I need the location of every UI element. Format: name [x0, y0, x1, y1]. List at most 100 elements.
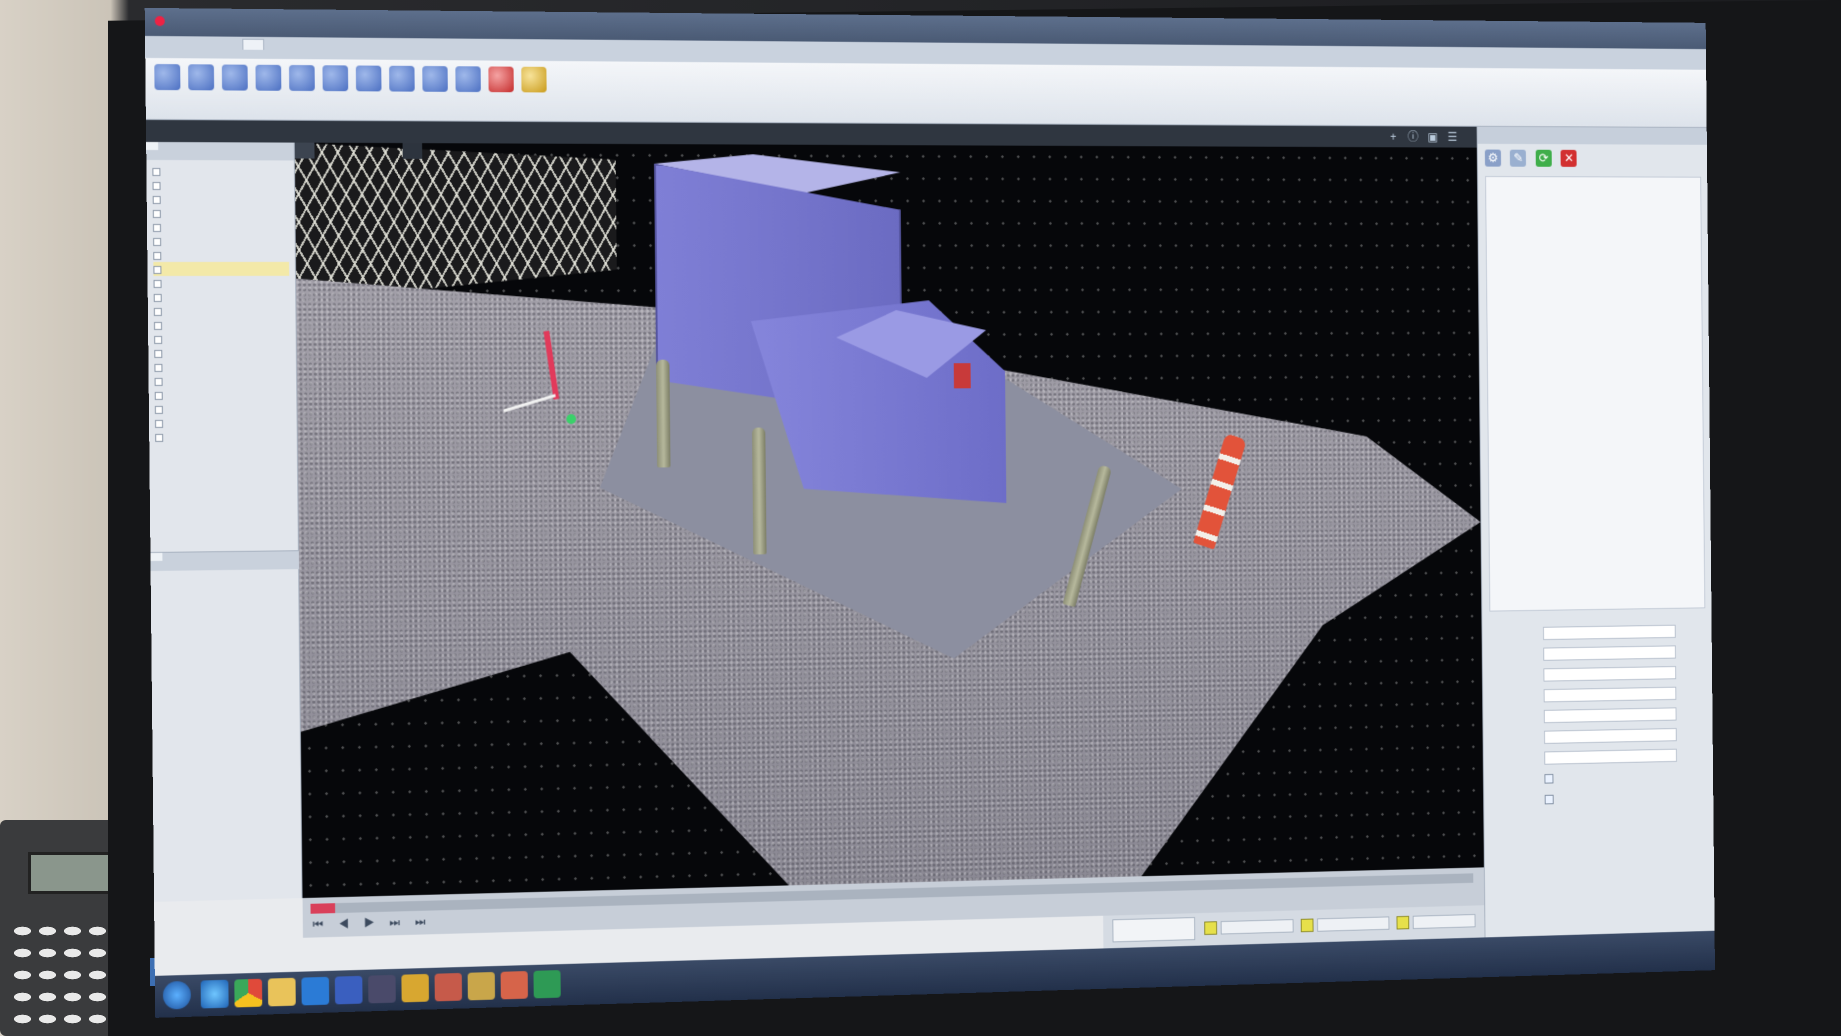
setting-value[interactable] [1544, 728, 1677, 744]
setting-value[interactable] [1543, 666, 1676, 682]
tree-item[interactable] [155, 415, 291, 430]
visibility-checkbox[interactable] [155, 378, 163, 386]
properties-tab[interactable] [179, 553, 191, 561]
tree-item[interactable] [154, 332, 290, 346]
tree-item[interactable] [153, 192, 289, 206]
visibility-checkbox[interactable] [154, 364, 162, 372]
dropdown[interactable] [1413, 914, 1476, 929]
app-icon[interactable] [401, 974, 429, 1003]
visibility-checkbox[interactable] [155, 406, 163, 414]
orbit-button[interactable] [219, 62, 251, 114]
visibility-checkbox[interactable] [155, 434, 163, 442]
visibility-checkbox[interactable] [153, 252, 161, 260]
tree-item[interactable] [155, 429, 291, 444]
start-button-icon[interactable] [163, 981, 191, 1010]
tree-item[interactable] [154, 318, 290, 332]
option-checkbox[interactable] [1545, 794, 1554, 804]
app-icon[interactable] [335, 976, 363, 1005]
tree-item[interactable] [154, 345, 290, 360]
dropdown[interactable] [1317, 916, 1389, 931]
visibility-checkbox[interactable] [154, 350, 162, 358]
visibility-checkbox[interactable] [154, 308, 162, 316]
folder-icon[interactable] [268, 978, 296, 1007]
visibility-checkbox[interactable] [153, 210, 161, 218]
left-tab[interactable] [161, 142, 173, 150]
ribbon-tab[interactable] [218, 40, 238, 50]
tree-item[interactable] [153, 206, 289, 220]
chrome-icon[interactable] [234, 979, 262, 1008]
right-panel-list[interactable] [1485, 176, 1705, 612]
left-tab[interactable] [175, 142, 187, 150]
next-frame-icon[interactable]: ⏭ [389, 915, 406, 929]
properties-tab[interactable] [165, 553, 177, 561]
dropdown[interactable] [1221, 919, 1294, 934]
add-icon[interactable]: + [1387, 130, 1400, 143]
color-swatch[interactable] [1396, 916, 1409, 930]
visibility-checkbox[interactable] [154, 322, 162, 330]
visibility-checkbox[interactable] [153, 224, 161, 232]
setting-value[interactable] [1544, 748, 1677, 764]
app-icon[interactable] [435, 973, 463, 1001]
layout-icon[interactable]: ☰ [1446, 130, 1459, 143]
play-icon[interactable]: ▶ [364, 916, 381, 930]
settings-icon[interactable]: ⚙ [1485, 150, 1501, 167]
zoom-out-button[interactable] [353, 63, 385, 115]
tree-item[interactable] [155, 373, 291, 388]
tree-item[interactable] [153, 234, 289, 248]
info-icon[interactable]: ⓘ [1407, 130, 1420, 143]
browser-icon[interactable] [201, 980, 229, 1009]
visibility-checkbox[interactable] [155, 392, 163, 400]
setting-value[interactable] [1543, 624, 1676, 639]
visibility-checkbox[interactable] [154, 336, 162, 344]
tree-item[interactable] [154, 276, 290, 290]
ribbon-tab[interactable] [268, 40, 288, 50]
setting-value[interactable] [1544, 686, 1677, 702]
tree-item[interactable] [153, 248, 289, 262]
zoom-in-button[interactable] [319, 63, 351, 115]
zoom-button[interactable] [286, 63, 318, 115]
app-icon[interactable] [468, 972, 495, 1000]
color-swatch[interactable] [1301, 919, 1314, 933]
visibility-checkbox[interactable] [153, 266, 161, 274]
ribbon-tab-active[interactable] [242, 39, 264, 50]
pan-button[interactable] [252, 63, 284, 115]
tree-item[interactable] [152, 164, 288, 178]
reset-button[interactable] [518, 65, 549, 116]
visibility-checkbox[interactable] [155, 420, 163, 428]
ribbon-tab[interactable] [169, 39, 189, 49]
viewport-tab-secondary[interactable] [403, 143, 423, 159]
delete-button[interactable] [485, 64, 517, 115]
ribbon-tab[interactable] [145, 39, 165, 49]
tree-item-selected[interactable] [153, 262, 289, 276]
visibility-checkbox[interactable] [153, 238, 161, 246]
tree-item[interactable] [154, 290, 290, 304]
visibility-checkbox[interactable] [153, 196, 161, 204]
explode-button[interactable] [452, 64, 484, 116]
visibility-checkbox[interactable] [153, 182, 161, 190]
option-checkbox[interactable] [1544, 774, 1553, 784]
rotate-button[interactable] [419, 64, 451, 116]
app-icon[interactable] [301, 977, 329, 1006]
tree-item[interactable] [155, 387, 291, 402]
fit-button[interactable] [386, 64, 418, 116]
cursor-button[interactable] [185, 62, 217, 114]
app-icon[interactable] [533, 970, 560, 998]
left-tab[interactable] [146, 142, 158, 150]
select-button[interactable] [151, 62, 183, 114]
last-frame-icon[interactable]: ⏭ [415, 914, 432, 928]
window-icon[interactable]: ▣ [1426, 130, 1439, 143]
visibility-checkbox[interactable] [154, 294, 162, 302]
setting-value[interactable] [1543, 645, 1676, 660]
show-objects-button[interactable] [1112, 917, 1195, 942]
3d-viewport[interactable] [295, 143, 1484, 898]
close-icon[interactable]: ✕ [1561, 150, 1577, 167]
tree-item[interactable] [154, 359, 290, 374]
ribbon-tab[interactable] [194, 39, 214, 49]
viewport-tab-perspective[interactable] [295, 143, 315, 159]
properties-tab[interactable] [150, 553, 162, 561]
first-frame-icon[interactable]: ⏮ [313, 917, 330, 931]
tree-item[interactable] [153, 220, 289, 234]
tree-item[interactable] [154, 304, 290, 318]
checkbox-row[interactable] [1491, 785, 1707, 811]
refresh-icon[interactable]: ⟳ [1536, 150, 1552, 167]
